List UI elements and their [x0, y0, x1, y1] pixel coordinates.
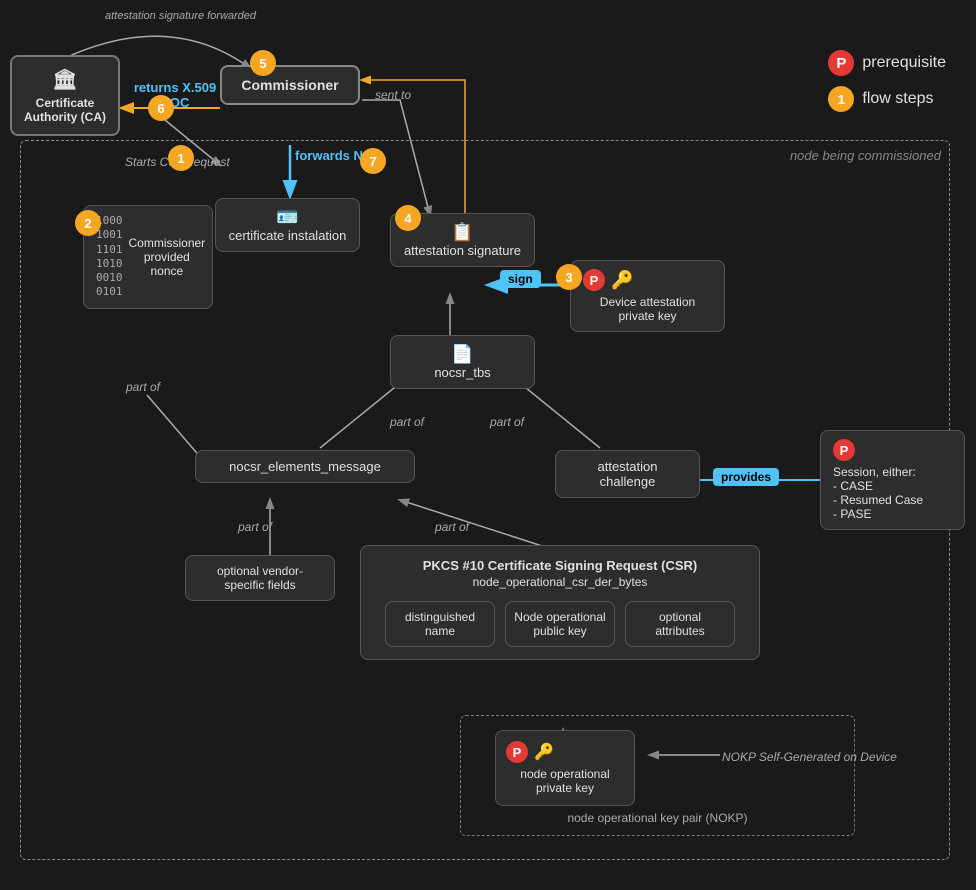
region-label: node being commissioned [790, 148, 941, 163]
ca-icon: 🏛 [20, 67, 110, 92]
ca-label: Certificate Authority (CA) [20, 96, 110, 124]
step-2-badge: 2 [75, 210, 101, 236]
part-of-pkcs-label: part of [435, 520, 469, 534]
legend-flow-label: flow steps [862, 90, 933, 108]
device-attest-label: Device attestation private key [583, 295, 712, 323]
attestation-challenge-box: attestation challenge [555, 450, 700, 498]
commissioner-box: Commissioner [220, 65, 360, 105]
part-of-nonce-label: part of [126, 380, 160, 394]
flow-badge-legend: 1 [828, 86, 854, 112]
sign-label: sign [500, 270, 541, 288]
nokp-outer-box: node operational key pair (NOKP) [460, 715, 855, 836]
legend-prereq-label: prerequisite [862, 54, 946, 72]
optional-attributes-box: optional attributes [625, 601, 735, 647]
nocsr-elements-label: nocsr_elements_message [208, 459, 402, 474]
commissioner-label: Commissioner [234, 77, 346, 93]
nocsr-tbs-label: nocsr_tbs [403, 365, 522, 380]
commissioner-nonce-label: Commissioner provided nonce [129, 236, 206, 278]
step-5-badge: 5 [250, 50, 276, 76]
optional-vendor-label: optional vendor-specific fields [198, 564, 322, 592]
optional-vendor-box: optional vendor-specific fields [185, 555, 335, 601]
node-op-pubkey-box: Node operational public key [505, 601, 615, 647]
step-4-badge: 4 [395, 205, 421, 231]
legend-flow-steps: 1 flow steps [828, 86, 946, 112]
distinguished-name-box: distinguished name [385, 601, 495, 647]
part-of-vendor-label: part of [238, 520, 272, 534]
step-3-badge: 3 [556, 264, 582, 290]
step-1-badge: 1 [168, 145, 194, 171]
prereq-badge-legend: P [828, 50, 854, 76]
pkcs10-subtitle: node_operational_csr_der_bytes [373, 575, 747, 589]
pkcs10-title: PKCS #10 Certificate Signing Request (CS… [373, 558, 747, 573]
device-attest-prereq-badge: P [583, 269, 605, 291]
diagram-container: P prerequisite 1 flow steps 🏛 Certificat… [0, 0, 976, 890]
ca-box: 🏛 Certificate Authority (CA) [10, 55, 120, 136]
attest-sig-label: attestation signature [403, 243, 522, 258]
distinguished-name-label: distinguished name [394, 610, 486, 638]
attestation-challenge-label: attestation challenge [568, 459, 687, 489]
pkcs10-box: PKCS #10 Certificate Signing Request (CS… [360, 545, 760, 660]
session-label: Session, either: - CASE - Resumed Case -… [833, 465, 952, 521]
optional-attributes-label: optional attributes [634, 610, 726, 638]
step-6-badge: 6 [148, 95, 174, 121]
part-of-right-label: part of [490, 415, 524, 429]
nocsr-tbs-icon: 📄 [403, 344, 522, 365]
nokp-self-gen-label: NOKP Self-Generated on Device [722, 750, 897, 764]
attest-sig-forwarded-label: attestation signature forwarded [105, 10, 256, 22]
commissioner-nonce-box: 100010011101101000100101 Commissioner pr… [83, 205, 213, 309]
sent-to-label: sent to [375, 88, 411, 102]
nokp-label: node operational key pair (NOKP) [461, 806, 854, 825]
device-attest-key-icon: 🔑 [611, 270, 633, 291]
session-prereq-badge: P [833, 439, 855, 461]
nocsr-elements-box: nocsr_elements_message [195, 450, 415, 483]
attest-sig-icon: 📋 [403, 222, 522, 243]
legend-prerequisite: P prerequisite [828, 50, 946, 76]
step-7-badge: 7 [360, 148, 386, 174]
device-attestation-box: P 🔑 Device attestation private key [570, 260, 725, 332]
nocsr-tbs-box: 📄 nocsr_tbs [390, 335, 535, 389]
part-of-left-label: part of [390, 415, 424, 429]
legend: P prerequisite 1 flow steps [828, 50, 946, 112]
cert-install-label: certificate instalation [228, 228, 347, 243]
provides-label: provides [713, 468, 779, 486]
node-op-pubkey-label: Node operational public key [514, 610, 606, 638]
cert-installation-box: 🪪 certificate instalation [215, 198, 360, 252]
cert-install-icon: 🪪 [228, 207, 347, 228]
session-box: P Session, either: - CASE - Resumed Case… [820, 430, 965, 530]
returns-noc-label: returns X.509 NOC [130, 80, 220, 110]
